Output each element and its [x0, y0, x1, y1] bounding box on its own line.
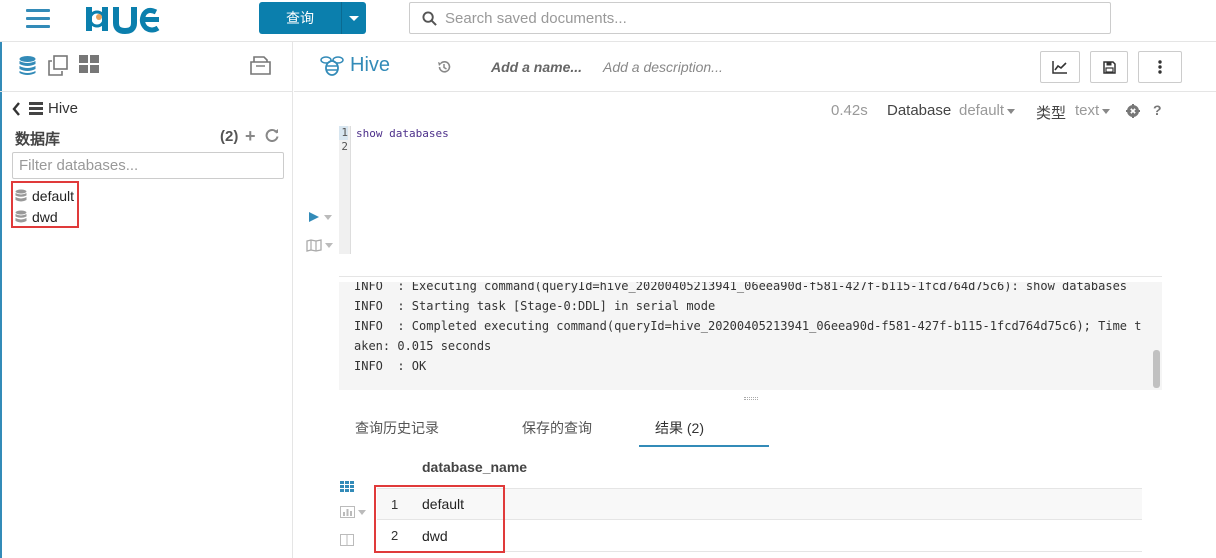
hue-logo[interactable] — [86, 2, 186, 36]
caret-down-icon — [1102, 108, 1111, 114]
top-bar: 查询 — [0, 0, 1216, 42]
gear-icon[interactable] — [1126, 104, 1140, 118]
highlight-annotation-box — [374, 485, 505, 553]
tab-query-history[interactable]: 查询历史记录 — [355, 418, 439, 438]
type-selector[interactable]: text — [1075, 102, 1111, 119]
database-item-label[interactable]: dwd — [32, 209, 58, 225]
database-label: Database — [887, 102, 952, 119]
log-line: INFO : OK — [354, 359, 427, 373]
database-selector-value[interactable]: default — [959, 102, 1004, 119]
copy-documents-icon[interactable] — [48, 55, 69, 76]
sidebar-source-switcher — [0, 42, 292, 92]
database-icon — [15, 210, 27, 222]
search-box[interactable] — [409, 2, 1111, 34]
log-scrollbar[interactable] — [1153, 350, 1160, 388]
grid-apps-icon[interactable] — [79, 55, 99, 73]
save-icon — [1102, 60, 1116, 74]
play-icon — [309, 212, 319, 222]
line-chart-icon — [1052, 61, 1067, 74]
documents-folder-icon[interactable] — [249, 55, 272, 76]
query-map-button[interactable] — [306, 239, 333, 252]
save-button[interactable] — [1090, 51, 1128, 83]
database-selector[interactable]: default — [959, 102, 1016, 119]
caret-down-icon — [1007, 108, 1016, 114]
hive-bee-icon — [320, 55, 344, 76]
log-text: INFO : Executing command(queryId=hive_20… — [354, 282, 1141, 376]
type-label: 类型 — [1036, 105, 1067, 122]
database-item-label[interactable]: default — [32, 188, 74, 204]
execution-time: 0.42s — [831, 102, 868, 119]
result-column-header[interactable]: database_name — [422, 459, 527, 475]
grid-view-icon[interactable] — [340, 481, 354, 492]
menu-hamburger-icon[interactable] — [26, 9, 50, 29]
line-number: 1 — [339, 126, 348, 140]
query-button[interactable]: 查询 — [259, 2, 366, 34]
database-list: default dwd — [11, 181, 79, 228]
editor-divider — [339, 276, 1162, 277]
query-dropdown-toggle[interactable] — [341, 2, 366, 34]
tab-results[interactable]: 结果 (2) — [655, 418, 704, 438]
chart-button[interactable] — [1040, 51, 1080, 83]
line-number: 2 — [341, 140, 348, 153]
caret-down-icon — [358, 509, 366, 515]
log-line: INFO : Executing command(queryId=hive_20… — [354, 282, 1128, 293]
resize-handle[interactable] — [744, 397, 758, 400]
databases-count: (2) — [220, 128, 239, 145]
query-name-field[interactable]: Add a name... — [491, 59, 582, 75]
editor-title: Hive — [350, 54, 391, 76]
history-icon[interactable] — [437, 60, 451, 74]
query-button-label[interactable]: 查询 — [259, 2, 341, 34]
editor-type-title: Hive — [320, 54, 390, 77]
log-line: aken: 0.015 seconds — [354, 339, 492, 353]
search-input[interactable] — [445, 9, 1085, 27]
filter-databases-input[interactable] — [12, 152, 284, 179]
type-selector-value[interactable]: text — [1075, 102, 1099, 119]
code-editor[interactable]: show databases — [356, 127, 449, 141]
map-icon — [306, 239, 322, 252]
log-line: INFO : Completed executing command(query… — [354, 319, 1142, 333]
server-icon — [29, 102, 43, 115]
execute-button[interactable] — [308, 211, 332, 223]
tab-saved-queries[interactable]: 保存的查询 — [522, 418, 592, 438]
editor-header: Hive Add a name... Add a description... — [294, 42, 1216, 92]
search-icon — [422, 10, 437, 26]
log-line: INFO : Starting task [Stage-0:DDL] in se… — [354, 299, 716, 313]
caret-down-icon — [324, 214, 332, 220]
database-item-default[interactable]: default — [13, 185, 77, 206]
refresh-icon[interactable] — [265, 128, 279, 142]
more-options-button[interactable] — [1138, 51, 1182, 83]
caret-down-icon — [325, 243, 333, 248]
help-icon[interactable]: ? — [1153, 102, 1162, 118]
chevron-left-icon[interactable] — [12, 101, 21, 116]
databases-title: 数据库 — [15, 131, 61, 148]
caret-down-icon — [349, 15, 359, 21]
columns-icon[interactable] — [340, 534, 354, 546]
breadcrumb-label[interactable]: Hive — [48, 100, 78, 117]
left-sidebar: Hive 数据库 (2) + default dwd — [0, 42, 293, 558]
chart-view-button[interactable] — [340, 506, 366, 518]
breadcrumb[interactable]: Hive — [12, 100, 78, 117]
database-icon — [15, 189, 27, 201]
add-database-icon[interactable]: + — [245, 126, 256, 147]
query-log: INFO : Executing command(queryId=hive_20… — [339, 282, 1162, 390]
database-icon[interactable] — [18, 55, 37, 77]
query-description-field[interactable]: Add a description... — [603, 59, 723, 75]
result-tabs: 查询历史记录 保存的查询 结果 (2) — [339, 412, 769, 448]
editor-gutter: 1 2 — [339, 126, 351, 254]
bar-chart-icon — [340, 506, 355, 518]
database-item-dwd[interactable]: dwd — [13, 206, 77, 227]
active-tab-indicator — [639, 445, 769, 447]
code-line[interactable]: show databases — [356, 127, 449, 141]
more-vertical-icon — [1158, 60, 1162, 74]
